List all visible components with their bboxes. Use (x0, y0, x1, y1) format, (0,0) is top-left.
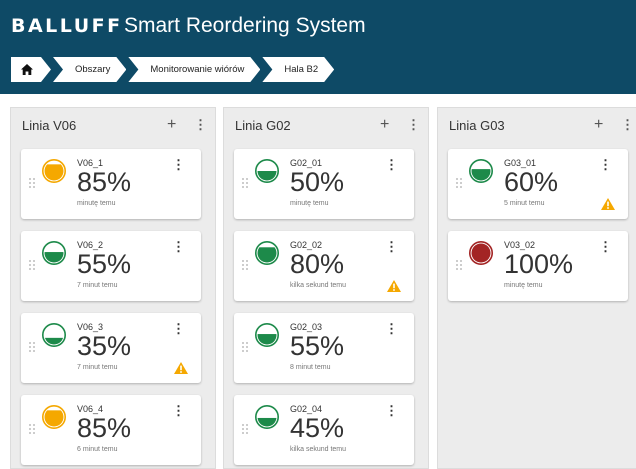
bin-card[interactable]: V03_02 100% minutę temu ⋮ (448, 231, 628, 301)
column-menu-button[interactable]: ⋮ (621, 117, 634, 133)
fill-level-icon (41, 158, 67, 189)
card-menu-button[interactable]: ⋮ (385, 158, 398, 172)
app-header: BALLUFF Smart Reordering System Obszary … (0, 0, 636, 94)
breadcrumb-home[interactable] (11, 57, 51, 82)
drag-handle-icon[interactable] (456, 260, 462, 270)
fill-level-icon (41, 322, 67, 353)
card-menu-button[interactable]: ⋮ (599, 240, 612, 254)
last-updated: 5 minut temu (504, 200, 545, 207)
line-column: Linia G03 + ⋮ G03_01 60% 5 minut temu ⋮ V03_02 1… (437, 107, 636, 469)
line-column: Linia G02 + ⋮ G02_01 50% minutę temu ⋮ G02_02 80… (223, 107, 429, 469)
bin-card[interactable]: V06_4 85% 6 minut temu ⋮ (21, 395, 201, 465)
add-bin-button[interactable]: + (167, 117, 176, 133)
drag-handle-icon[interactable] (29, 260, 35, 270)
breadcrumb-monitorowanie-wiorow[interactable]: Monitorowanie wiórów (128, 57, 260, 82)
fill-percentage: 55% (290, 331, 345, 361)
fill-percentage: 45% (290, 413, 345, 443)
column-menu-button[interactable]: ⋮ (407, 117, 420, 133)
fill-level-icon (254, 158, 280, 189)
fill-percentage: 35% (77, 331, 132, 361)
last-updated: 7 minut temu (77, 282, 118, 289)
bin-card[interactable]: G03_01 60% 5 minut temu ⋮ (448, 149, 628, 219)
drag-handle-icon[interactable] (242, 178, 248, 188)
bin-card[interactable]: V06_3 35% 7 minut temu ⋮ (21, 313, 201, 383)
fill-level-icon (254, 240, 280, 271)
line-column: Linia V06 + ⋮ V06_1 85% minutę temu ⋮ V06_2 55% 7… (10, 107, 216, 469)
app-title: Smart Reordering System (124, 14, 366, 37)
bin-card[interactable]: G02_03 55% 8 minut temu ⋮ (234, 313, 414, 383)
fill-level-icon (41, 404, 67, 435)
column-title: Linia G02 (235, 118, 291, 133)
warning-icon (174, 361, 188, 379)
drag-handle-icon[interactable] (242, 424, 248, 434)
fill-level-icon (468, 158, 494, 189)
fill-level-icon (468, 240, 494, 271)
column-menu-button[interactable]: ⋮ (194, 117, 207, 133)
last-updated: kilka sekund temu (290, 446, 347, 453)
card-menu-button[interactable]: ⋮ (172, 322, 185, 336)
drag-handle-icon[interactable] (29, 342, 35, 352)
fill-level-icon (254, 322, 280, 353)
warning-icon (387, 279, 401, 297)
column-title: Linia G03 (449, 118, 505, 133)
fill-percentage: 100% (504, 249, 574, 279)
add-bin-button[interactable]: + (594, 117, 603, 133)
last-updated: kilka sekund temu (290, 282, 347, 289)
fill-level-icon (254, 404, 280, 435)
fill-percentage: 55% (77, 249, 132, 279)
fill-level-icon (41, 240, 67, 271)
card-menu-button[interactable]: ⋮ (385, 404, 398, 418)
bin-card[interactable]: G02_02 80% kilka sekund temu ⋮ (234, 231, 414, 301)
card-menu-button[interactable]: ⋮ (385, 322, 398, 336)
drag-handle-icon[interactable] (29, 424, 35, 434)
add-bin-button[interactable]: + (380, 117, 389, 133)
breadcrumb: Obszary Monitorowanie wiórów Hala B2 (11, 57, 336, 82)
column-title: Linia V06 (22, 118, 77, 133)
drag-handle-icon[interactable] (242, 342, 248, 352)
warning-icon (601, 197, 615, 215)
bin-card[interactable]: G02_04 45% kilka sekund temu ⋮ (234, 395, 414, 465)
last-updated: 7 minut temu (77, 364, 118, 371)
card-menu-button[interactable]: ⋮ (172, 404, 185, 418)
fill-percentage: 85% (77, 167, 132, 197)
bin-card[interactable]: V06_2 55% 7 minut temu ⋮ (21, 231, 201, 301)
fill-percentage: 85% (77, 413, 132, 443)
bin-card[interactable]: G02_01 50% minutę temu ⋮ (234, 149, 414, 219)
card-menu-button[interactable]: ⋮ (172, 158, 185, 172)
breadcrumb-obszary[interactable]: Obszary (53, 57, 126, 82)
drag-handle-icon[interactable] (29, 178, 35, 188)
card-menu-button[interactable]: ⋮ (599, 158, 612, 172)
last-updated: 8 minut temu (290, 364, 331, 371)
last-updated: minutę temu (77, 200, 116, 207)
last-updated: minutę temu (290, 200, 329, 207)
last-updated: minutę temu (504, 282, 543, 289)
drag-handle-icon[interactable] (456, 178, 462, 188)
bin-card[interactable]: V06_1 85% minutę temu ⋮ (21, 149, 201, 219)
card-menu-button[interactable]: ⋮ (172, 240, 185, 254)
fill-percentage: 80% (290, 249, 345, 279)
fill-percentage: 60% (504, 167, 559, 197)
home-icon (21, 64, 33, 75)
balluff-logo[interactable]: BALLUFF (11, 14, 123, 38)
card-menu-button[interactable]: ⋮ (385, 240, 398, 254)
drag-handle-icon[interactable] (242, 260, 248, 270)
last-updated: 6 minut temu (77, 446, 118, 453)
breadcrumb-hala-b2[interactable]: Hala B2 (262, 57, 334, 82)
fill-percentage: 50% (290, 167, 345, 197)
